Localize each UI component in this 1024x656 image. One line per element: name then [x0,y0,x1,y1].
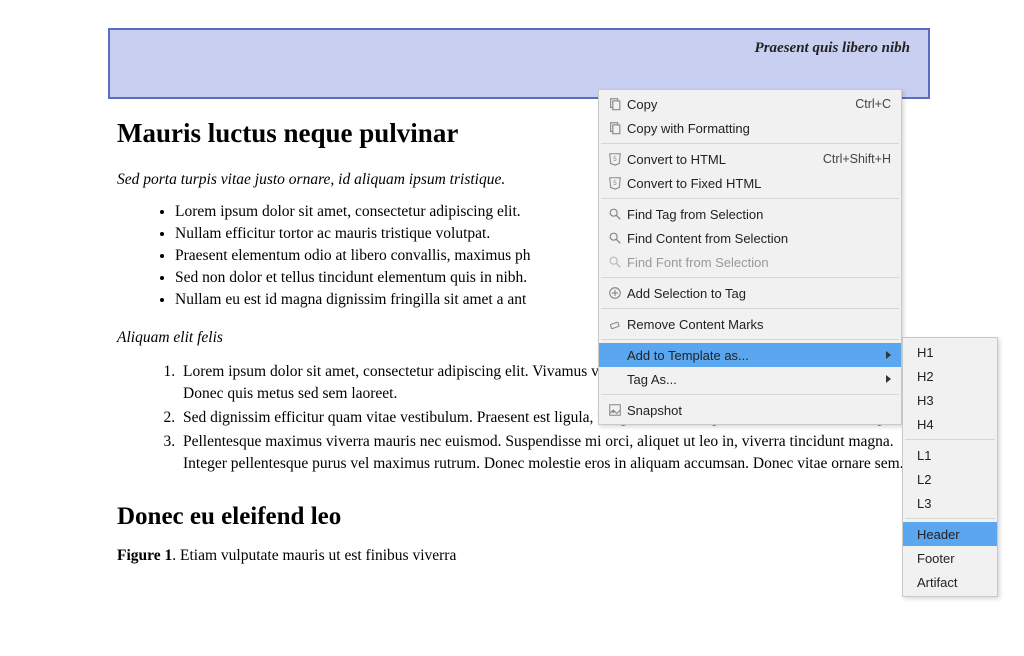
context-menu: Copy Ctrl+C Copy with Formatting 5 Conve… [598,89,902,425]
submenu-label: Footer [917,551,955,566]
menu-item-find-content[interactable]: Find Content from Selection [599,226,901,250]
menu-item-find-tag[interactable]: Find Tag from Selection [599,202,901,226]
search-icon [605,231,625,245]
figure-caption-text: . Etiam vulputate mauris ut est finibus … [172,547,456,564]
submenu-item-footer[interactable]: Footer [903,546,997,570]
menu-separator [601,198,899,199]
menu-item-add-to-template[interactable]: Add to Template as... [599,343,901,367]
menu-label: Tag As... [625,372,878,387]
menu-item-copy-formatting[interactable]: Copy with Formatting [599,116,901,140]
submenu-label: Header [917,527,960,542]
figure-caption: Figure 1. Etiam vulputate mauris ut est … [117,547,917,565]
template-submenu: H1 H2 H3 H4 L1 L2 L3 Header Footer Artif… [902,337,998,597]
plus-circle-icon [605,286,625,300]
submenu-arrow-icon [886,375,891,383]
menu-separator [601,308,899,309]
submenu-item-h2[interactable]: H2 [903,364,997,388]
figure-label: Figure 1 [117,547,172,564]
submenu-item-artifact[interactable]: Artifact [903,570,997,594]
submenu-item-h3[interactable]: H3 [903,388,997,412]
header-text: Praesent quis libero nibh [110,40,910,57]
submenu-item-l2[interactable]: L2 [903,467,997,491]
list-item: Pellentesque maximus viverra mauris nec … [179,431,917,475]
svg-text:5: 5 [613,180,617,187]
submenu-label: L1 [917,448,931,463]
menu-label: Convert to Fixed HTML [625,176,891,191]
submenu-separator [905,518,995,519]
menu-label: Copy with Formatting [625,121,891,136]
menu-shortcut: Ctrl+Shift+H [823,152,891,166]
menu-separator [601,339,899,340]
submenu-item-h4[interactable]: H4 [903,412,997,436]
menu-label: Snapshot [625,403,891,418]
menu-item-convert-html[interactable]: 5 Convert to HTML Ctrl+Shift+H [599,147,901,171]
menu-item-convert-fixed-html[interactable]: 5 Convert to Fixed HTML [599,171,901,195]
submenu-item-l1[interactable]: L1 [903,443,997,467]
menu-label: Find Font from Selection [625,255,891,270]
menu-label: Copy [625,97,855,112]
submenu-label: L3 [917,496,931,511]
search-icon [605,255,625,269]
menu-item-tag-as[interactable]: Tag As... [599,367,901,391]
menu-label: Add to Template as... [625,348,878,363]
submenu-separator [905,439,995,440]
copy-icon [605,121,625,135]
menu-item-remove-content-marks[interactable]: Remove Content Marks [599,312,901,336]
menu-separator [601,394,899,395]
heading-2: Donec eu eleifend leo [117,503,917,531]
submenu-arrow-icon [886,351,891,359]
svg-text:5: 5 [613,156,617,163]
submenu-label: L2 [917,472,931,487]
menu-label: Convert to HTML [625,152,823,167]
menu-item-copy[interactable]: Copy Ctrl+C [599,92,901,116]
menu-item-add-selection-to-tag[interactable]: Add Selection to Tag [599,281,901,305]
html-icon: 5 [605,152,625,166]
menu-label: Remove Content Marks [625,317,891,332]
submenu-item-h1[interactable]: H1 [903,340,997,364]
search-icon [605,207,625,221]
submenu-label: H4 [917,417,934,432]
submenu-label: H2 [917,369,934,384]
html-icon: 5 [605,176,625,190]
menu-separator [601,277,899,278]
menu-item-find-font: Find Font from Selection [599,250,901,274]
submenu-label: Artifact [917,575,957,590]
submenu-label: H3 [917,393,934,408]
menu-label: Find Content from Selection [625,231,891,246]
submenu-item-l3[interactable]: L3 [903,491,997,515]
menu-label: Find Tag from Selection [625,207,891,222]
snapshot-icon [605,403,625,417]
menu-label: Add Selection to Tag [625,286,891,301]
menu-item-snapshot[interactable]: Snapshot [599,398,901,422]
menu-separator [601,143,899,144]
copy-icon [605,97,625,111]
menu-shortcut: Ctrl+C [855,97,891,111]
submenu-label: H1 [917,345,934,360]
eraser-icon [605,317,625,331]
submenu-item-header[interactable]: Header [903,522,997,546]
